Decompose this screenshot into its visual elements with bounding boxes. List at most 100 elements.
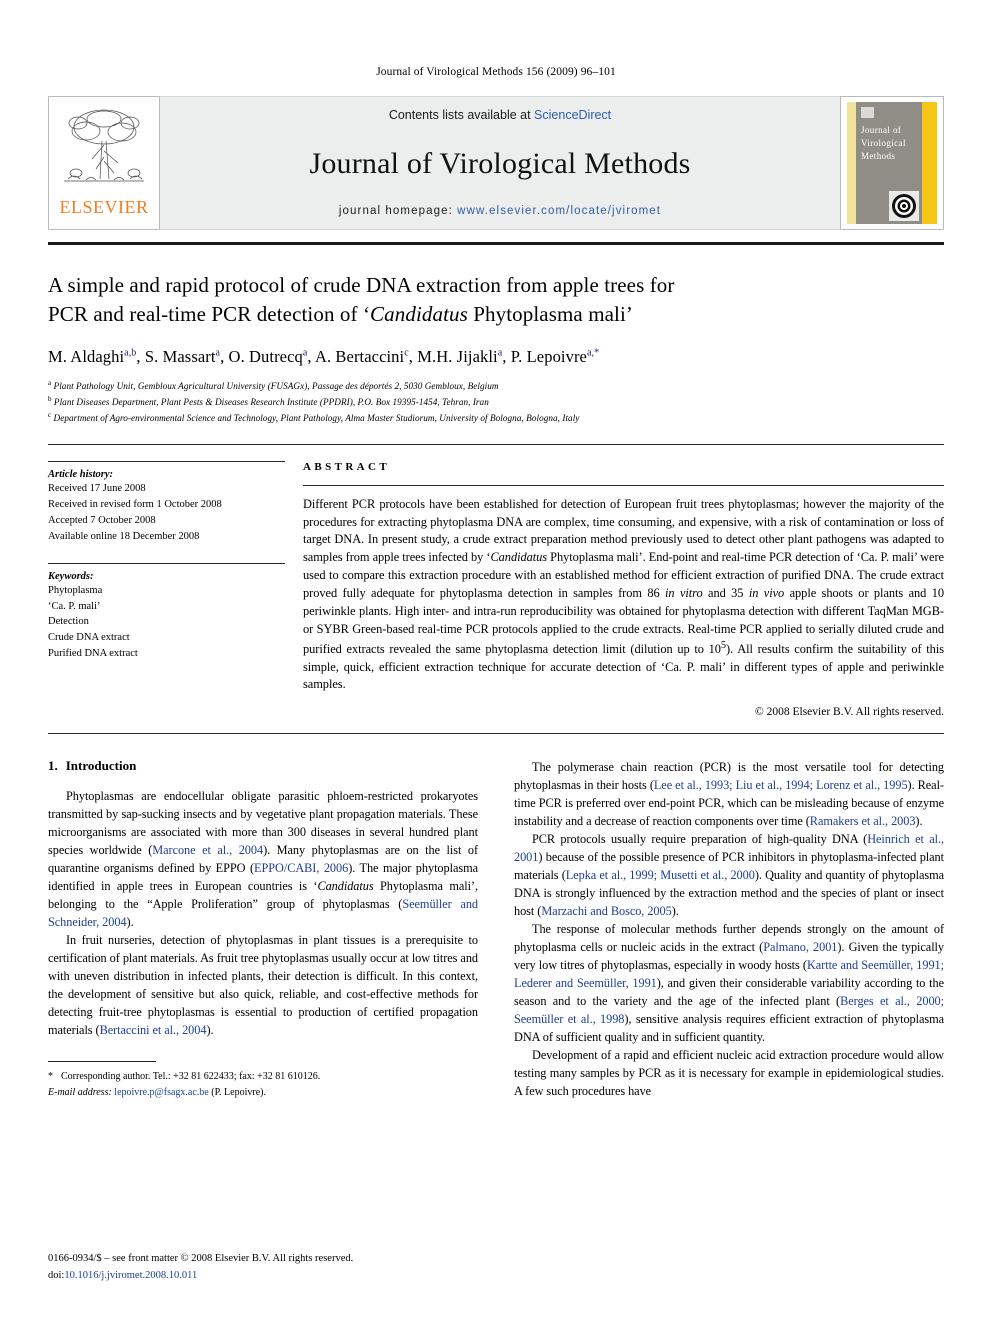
affiliation-marker: c — [48, 410, 52, 419]
cover-art: Journal of Virological Methods — [847, 102, 937, 224]
footnote-star-marker: * — [48, 1071, 53, 1083]
banner-center: Contents lists available at ScienceDirec… — [160, 96, 840, 230]
article-history-heading: Article history: — [48, 468, 114, 480]
footnote-email-label: E-mail address: — [48, 1086, 112, 1098]
paragraph: Development of a rapid and efficient nuc… — [514, 1046, 944, 1100]
abstract-column: ABSTRACT Different PCR protocols have be… — [303, 461, 944, 719]
author-item: A. Bertaccinic, — [315, 347, 417, 366]
article-info-column: Article history: Received 17 June 2008 R… — [48, 460, 303, 719]
section-heading-introduction: 1. Introduction — [48, 758, 478, 774]
cover-title-line-2: Virological — [861, 138, 906, 149]
page-footer: 0166-0934/$ – see front matter © 2008 El… — [48, 1251, 478, 1285]
abstract-text: Different PCR protocols have been establ… — [303, 496, 944, 695]
author-item: M. Aldaghia,b, — [48, 347, 145, 366]
cover-right-strip — [922, 102, 937, 224]
paragraph-text: ). — [915, 814, 923, 829]
affiliation-text: Plant Pathology Unit, Gembloux Agricultu… — [53, 380, 499, 391]
author-separator: , — [502, 346, 511, 366]
paragraph: PCR protocols usually require preparatio… — [514, 830, 944, 920]
elsevier-logo-box: ELSEVIER — [48, 96, 160, 230]
paragraph-text: ). — [671, 904, 679, 919]
left-column: 1. Introduction Phytoplasmas are endocell… — [48, 758, 478, 1100]
paragraph: The polymerase chain reaction (PCR) is t… — [514, 758, 944, 830]
paper-page: Journal of Virological Methods 156 (2009… — [0, 0, 992, 1323]
citation-link[interactable]: Marzachi and Bosco, 2005 — [541, 904, 671, 918]
section-title: Introduction — [65, 758, 137, 774]
contents-prefix: Contents lists available at — [388, 108, 535, 122]
citation-link[interactable]: EPPO/CABI, 2006 — [254, 861, 348, 875]
author-name: P. Lepoivre — [510, 346, 587, 366]
cover-disc-icon — [889, 191, 919, 221]
elsevier-tree-icon — [64, 109, 144, 182]
title-block: A simple and rapid protocol of crude DNA… — [48, 271, 944, 426]
citation-link[interactable]: Ramakers et al., 2003 — [810, 814, 916, 828]
paragraph-text: In fruit nurseries, detection of phytopl… — [48, 933, 478, 1038]
author-item: O. Dutrecqa, — [229, 347, 315, 366]
journal-homepage-line: journal homepage: www.elsevier.com/locat… — [339, 205, 661, 217]
paragraph-text: PCR protocols usually require preparatio… — [532, 832, 868, 847]
concentric-rings-icon — [892, 194, 916, 218]
doi-line: doi:10.1016/j.jviromet.2008.10.011 — [48, 1268, 478, 1285]
body-columns: 1. Introduction Phytoplasmas are endocell… — [48, 758, 944, 1100]
citation-link[interactable]: Marcone et al., 2004 — [152, 843, 263, 857]
article-history-rule — [48, 460, 285, 462]
affiliation-item: a Plant Pathology Unit, Gembloux Agricul… — [48, 378, 944, 394]
section-number: 1. — [48, 758, 58, 774]
article-history-item: Received in revised form 1 October 2008 — [48, 498, 222, 510]
abstract-bottom-rule — [48, 733, 944, 735]
paragraph: The response of molecular methods furthe… — [514, 920, 944, 1046]
citation-link[interactable]: Lepka et al., 1999; Musetti et al., 2000 — [566, 868, 755, 882]
running-head: Journal of Virological Methods 156 (2009… — [376, 66, 616, 78]
keyword-item: Purified DNA extract — [48, 648, 138, 660]
title-line-2-post: Phytoplasma mali’ — [467, 301, 634, 326]
doi-link[interactable]: 10.1016/j.jviromet.2008.10.011 — [64, 1270, 197, 1281]
abstract-part-3: and 35 — [702, 586, 749, 601]
affiliation-marker: a — [48, 378, 52, 387]
author-item: S. Massarta, — [145, 347, 229, 366]
paragraph-text: ). — [206, 1023, 214, 1038]
cover-body: Journal of Virological Methods — [856, 102, 922, 224]
footnote-corresponding-line: * Corresponding author. Tel.: +32 81 6224… — [48, 1069, 478, 1085]
abstract-rule — [303, 484, 944, 486]
cover-left-strip — [847, 102, 856, 224]
citation-link[interactable]: Lee et al., 1993; Liu et al., 1994; Lore… — [654, 778, 908, 792]
footnote-corresponding-text: Corresponding author. Tel.: +32 81 62243… — [61, 1071, 321, 1083]
emphasis-text: Candidatus — [317, 879, 374, 894]
keyword-item: Detection — [48, 616, 89, 628]
journal-title: Journal of Virological Methods — [309, 146, 691, 180]
footnote-email-link[interactable]: lepoivre.p@fsagx.ac.be — [114, 1087, 208, 1098]
abstract-em-candidatus: Candidatus — [490, 550, 548, 565]
affiliation-item: b Plant Diseases Department, Plant Pests… — [48, 394, 944, 410]
contents-available-line: Contents lists available at ScienceDirec… — [389, 108, 611, 122]
title-line-2-pre: PCR and real-time PCR detection of ‘ — [48, 301, 371, 326]
keyword-item: ‘Ca. P. mali’ — [48, 600, 101, 612]
author-name: A. Bertaccini — [314, 346, 405, 366]
sciencedirect-link[interactable]: ScienceDirect — [534, 108, 611, 122]
affiliation-text: Department of Agro-environmental Science… — [53, 412, 580, 423]
author-separator: , — [220, 346, 229, 366]
abstract-em-invivo: in vivo — [748, 586, 785, 601]
article-history-item: Received 17 June 2008 — [48, 482, 146, 494]
author-name: O. Dutrecq — [228, 346, 303, 366]
keywords-heading: Keywords: — [48, 570, 94, 582]
paragraph: Phytoplasmas are endocellular obligate p… — [48, 787, 478, 931]
author-name: M.H. Jijakli — [417, 346, 498, 366]
citation-link[interactable]: Palmano, 2001 — [763, 940, 837, 954]
paragraph-text: ). — [126, 915, 134, 930]
footnote-email-line: E-mail address: lepoivre.p@fsagx.ac.be (… — [48, 1085, 478, 1101]
journal-homepage-link[interactable]: www.elsevier.com/locate/jviromet — [457, 205, 661, 217]
title-line-1: A simple and rapid protocol of crude DNA… — [48, 273, 675, 297]
citation-link[interactable]: Bertaccini et al., 2004 — [100, 1023, 207, 1037]
banner-bottom-rule — [48, 242, 944, 245]
elsevier-wordmark: ELSEVIER — [59, 197, 149, 217]
author-affil-marker: a,b — [124, 347, 137, 359]
author-separator: , — [136, 346, 145, 366]
paragraph-text: Development of a rapid and efficient nuc… — [514, 1048, 944, 1099]
corresponding-author-footnote: * Corresponding author. Tel.: +32 81 6224… — [48, 1061, 478, 1100]
affiliation-item: c Department of Agro-environmental Scien… — [48, 410, 944, 426]
footnote-rule — [48, 1061, 156, 1063]
keyword-item: Phytoplasma — [48, 584, 103, 596]
author-item: M.H. Jijaklia, — [417, 347, 511, 366]
abstract-copyright: © 2008 Elsevier B.V. All rights reserved… — [755, 706, 944, 719]
